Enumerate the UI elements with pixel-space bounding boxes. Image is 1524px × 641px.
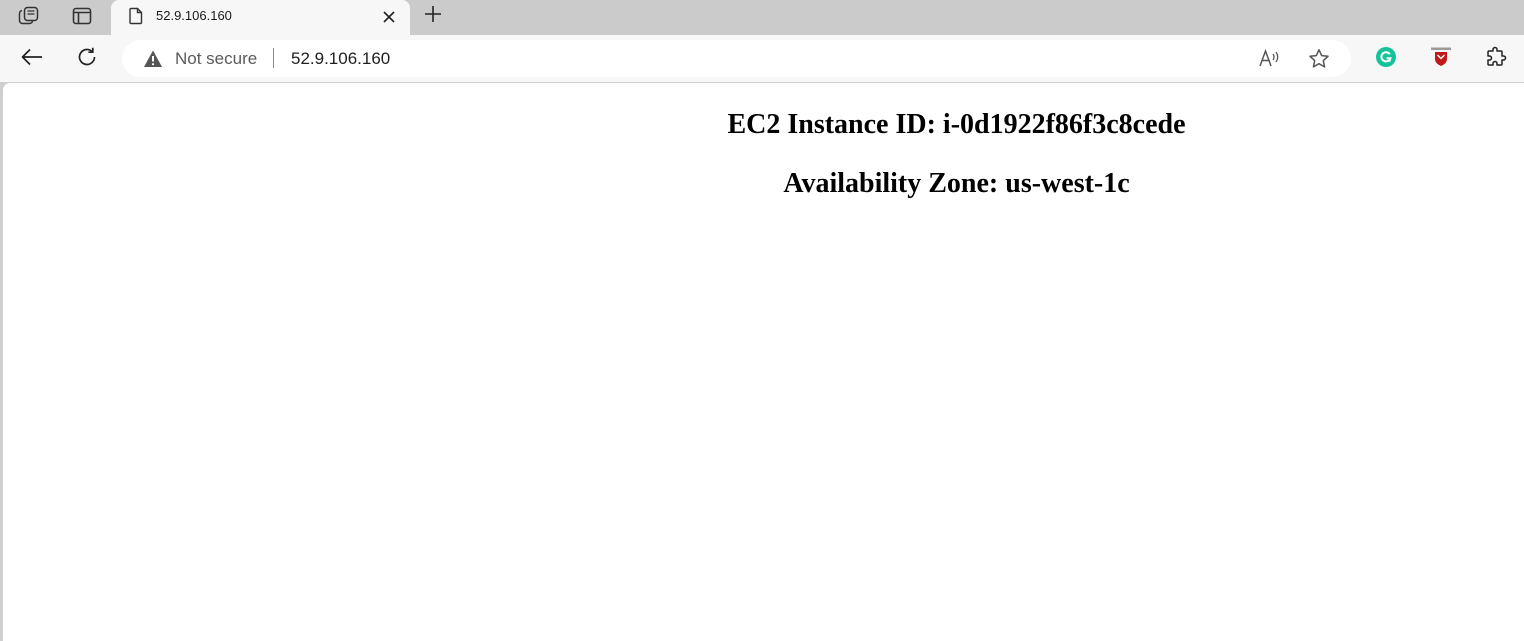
back-button[interactable] bbox=[17, 44, 47, 74]
new-tab-button[interactable] bbox=[418, 3, 448, 29]
instance-id-heading: EC2 Instance ID: i-0d1922f86f3c8cede bbox=[727, 109, 1186, 140]
address-bar[interactable]: Not secure 52.9.106.160 bbox=[122, 40, 1351, 77]
back-arrow-icon bbox=[21, 48, 43, 71]
tab-title: 52.9.106.160 bbox=[156, 8, 232, 23]
workspaces-button[interactable] bbox=[14, 3, 44, 29]
mcafee-icon bbox=[1430, 46, 1452, 73]
page-icon bbox=[127, 7, 145, 25]
grammarly-icon bbox=[1375, 46, 1397, 73]
workspaces-icon bbox=[18, 6, 40, 26]
tab-strip: 52.9.106.160 bbox=[0, 0, 1524, 35]
address-separator bbox=[273, 48, 274, 68]
availability-zone-heading: Availability Zone: us-west-1c bbox=[783, 168, 1130, 199]
extensions-button[interactable] bbox=[1481, 44, 1511, 74]
page-content: EC2 Instance ID: i-0d1922f86f3c8cede Ava… bbox=[3, 83, 1524, 641]
url-text[interactable]: 52.9.106.160 bbox=[291, 49, 390, 69]
refresh-button[interactable] bbox=[72, 44, 102, 74]
plus-icon bbox=[424, 5, 442, 28]
toolbar: Not secure 52.9.106.160 bbox=[0, 35, 1524, 82]
grammarly-extension-button[interactable] bbox=[1371, 44, 1401, 74]
close-icon[interactable] bbox=[379, 7, 399, 27]
security-label[interactable]: Not secure bbox=[175, 49, 257, 69]
tab-active[interactable]: 52.9.106.160 bbox=[111, 0, 410, 35]
star-icon[interactable] bbox=[1308, 48, 1330, 70]
extensions-icon bbox=[1485, 46, 1507, 73]
mcafee-extension-button[interactable] bbox=[1426, 44, 1456, 74]
warning-icon[interactable] bbox=[143, 49, 163, 69]
browser-window: 52.9.106.160 Not secure 52.9.106.160 EC2… bbox=[0, 0, 1524, 641]
tab-actions-button[interactable] bbox=[67, 3, 97, 29]
tab-actions-icon bbox=[72, 7, 92, 25]
refresh-icon bbox=[76, 46, 98, 73]
read-aloud-icon[interactable] bbox=[1258, 48, 1282, 70]
